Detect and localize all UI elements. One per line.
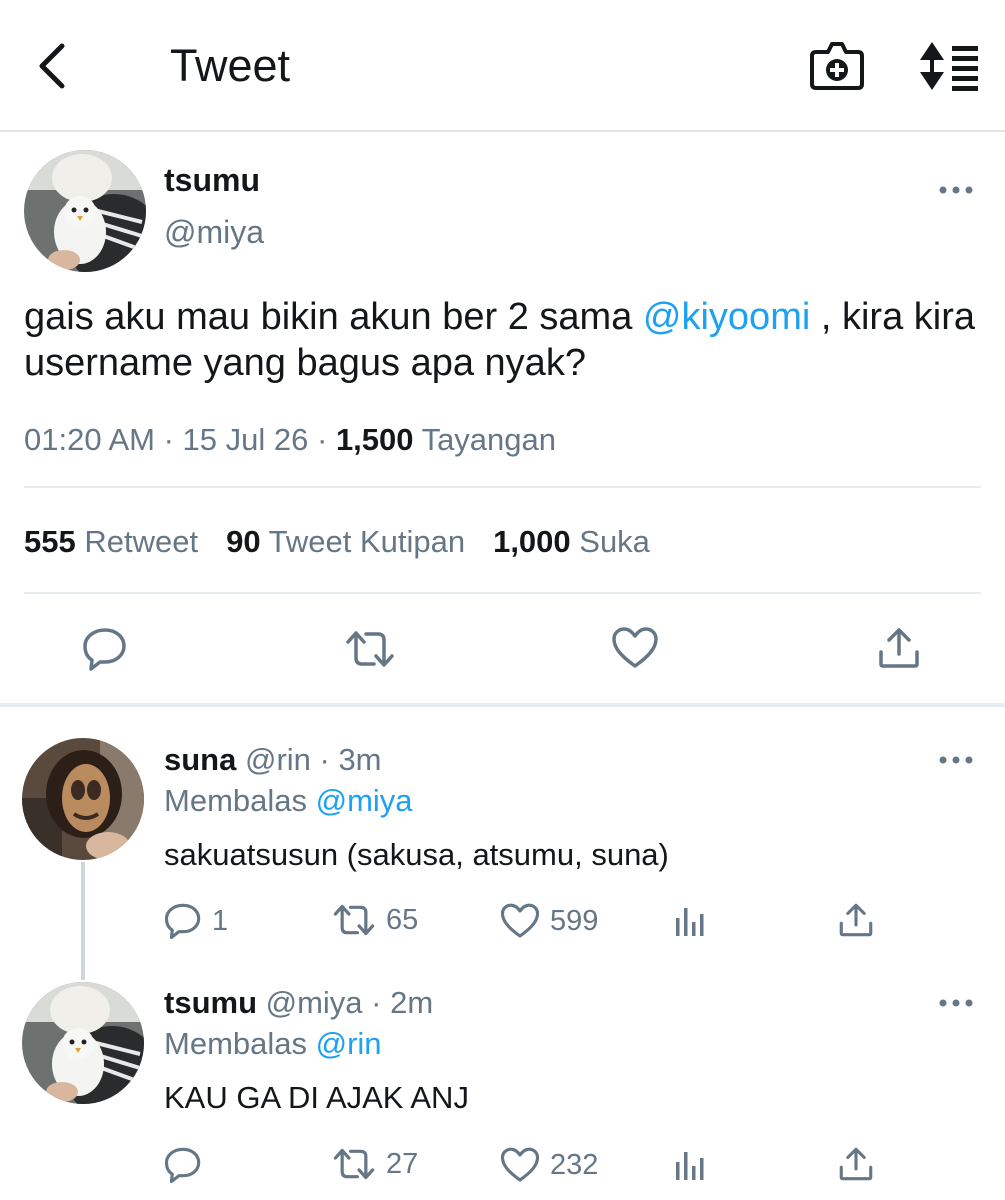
mention-link[interactable]: @kiyoomi	[643, 296, 810, 338]
meta-separator: ·	[308, 422, 336, 457]
like-count: 232	[550, 1148, 599, 1181]
tweet-more-button[interactable]	[936, 180, 976, 200]
reply-author-name[interactable]: suna	[164, 742, 236, 777]
retweet-button[interactable]	[344, 628, 396, 675]
timeline-sort-button[interactable]	[916, 38, 982, 94]
share-icon	[879, 628, 919, 668]
replying-to: Membalas @rin	[164, 1024, 382, 1064]
sort-lines-icon	[920, 42, 978, 91]
views-label: Tayangan	[413, 422, 557, 457]
reply-header: suna @rin · 3m	[164, 740, 382, 780]
page-title: Tweet	[170, 40, 291, 91]
heart-icon	[500, 903, 540, 938]
retweet-icon	[333, 904, 375, 936]
back-button[interactable]	[30, 38, 78, 94]
replying-mention[interactable]: @miya	[316, 783, 413, 818]
chevron-left-icon	[39, 43, 65, 89]
reply-icon	[164, 903, 201, 940]
retweet-button[interactable]: 27	[332, 1146, 418, 1182]
thread-line	[81, 862, 85, 980]
camera-plus-icon	[810, 42, 864, 90]
avatar-photo-icon	[22, 982, 144, 1104]
more-dots-icon	[939, 756, 973, 764]
top-bar: Tweet	[0, 0, 1005, 132]
analytics-button[interactable]	[673, 904, 707, 938]
analytics-button[interactable]	[673, 1148, 707, 1182]
reply-text: KAU GA DI AJAK ANJ	[164, 1080, 469, 1115]
retweet-count: 65	[386, 903, 419, 936]
engagement-stats: 555 Retweet 90 Tweet Kutipan 1,000 Suka	[24, 522, 650, 562]
camera-button[interactable]	[806, 38, 868, 94]
retweets-stat[interactable]: 555 Retweet	[24, 524, 198, 559]
reply-button[interactable]	[82, 626, 128, 677]
like-button[interactable]: 599	[500, 902, 598, 940]
replying-label: Membalas	[164, 1026, 316, 1061]
tweet-date[interactable]: 15 Jul 26	[183, 422, 309, 457]
tweet-text: gais aku mau bikin akun ber 2 sama @kiyo…	[24, 294, 984, 386]
heart-icon	[500, 1147, 540, 1182]
reply-button[interactable]	[164, 1146, 212, 1184]
like-button[interactable]: 232	[500, 1146, 598, 1184]
avatar[interactable]	[22, 738, 144, 860]
avatar[interactable]	[24, 150, 146, 272]
divider	[24, 592, 981, 594]
like-button[interactable]	[611, 626, 659, 675]
retweets-label: Retweet	[75, 524, 199, 559]
author-handle[interactable]: @miya	[164, 212, 264, 252]
avatar-photo-icon	[22, 738, 144, 860]
share-button[interactable]	[838, 902, 874, 938]
reply-text: sakuatsusun (sakusa, atsumu, suna)	[164, 837, 669, 872]
reply-more-button[interactable]	[936, 750, 976, 770]
retweet-icon	[346, 631, 394, 667]
retweet-icon	[333, 1148, 375, 1180]
share-button[interactable]	[877, 626, 921, 675]
quotes-count: 90	[226, 524, 261, 559]
reply-handle-time[interactable]: @miya · 2m	[257, 985, 434, 1020]
reply-handle-time[interactable]: @rin · 3m	[236, 742, 382, 777]
replying-mention[interactable]: @rin	[316, 1026, 382, 1061]
tweet-meta: 01:20 AM · 15 Jul 26 · 1,500 Tayangan	[24, 420, 556, 460]
like-count: 599	[550, 904, 599, 937]
share-button[interactable]	[838, 1146, 874, 1182]
likes-count: 1,000	[493, 524, 571, 559]
reply-icon	[164, 1147, 201, 1184]
avatar-photo-icon	[24, 150, 146, 272]
retweets-count: 555	[24, 524, 76, 559]
heart-icon	[612, 627, 658, 668]
retweet-button[interactable]: 65	[332, 902, 418, 938]
analytics-icon	[676, 1152, 704, 1180]
reply-count: 1	[212, 904, 229, 937]
reply-icon	[83, 628, 126, 671]
quotes-stat[interactable]: 90 Tweet Kutipan	[226, 524, 465, 559]
analytics-icon	[676, 908, 704, 936]
reply-more-button[interactable]	[936, 993, 976, 1013]
replying-label: Membalas	[164, 783, 316, 818]
share-icon	[839, 1147, 873, 1181]
reply-button[interactable]: 1	[164, 902, 228, 940]
meta-separator: ·	[154, 422, 183, 457]
section-divider	[0, 703, 1005, 707]
replying-to: Membalas @miya	[164, 781, 413, 821]
more-dots-icon	[939, 186, 973, 194]
author-name[interactable]: tsumu	[164, 160, 260, 200]
reply-author-name[interactable]: tsumu	[164, 985, 257, 1020]
retweet-count: 27	[386, 1147, 419, 1180]
divider	[24, 486, 981, 488]
likes-stat[interactable]: 1,000 Suka	[493, 524, 650, 559]
likes-label: Suka	[570, 524, 650, 559]
share-icon	[839, 903, 873, 937]
tweet-text-part: gais aku mau bikin akun ber 2 sama	[24, 296, 643, 338]
more-dots-icon	[939, 999, 973, 1007]
quotes-label: Tweet Kutipan	[260, 524, 466, 559]
views-count: 1,500	[335, 422, 414, 457]
avatar[interactable]	[22, 982, 144, 1104]
tweet-time[interactable]: 01:20 AM	[24, 422, 155, 457]
reply-header: tsumu @miya · 2m	[164, 983, 433, 1023]
